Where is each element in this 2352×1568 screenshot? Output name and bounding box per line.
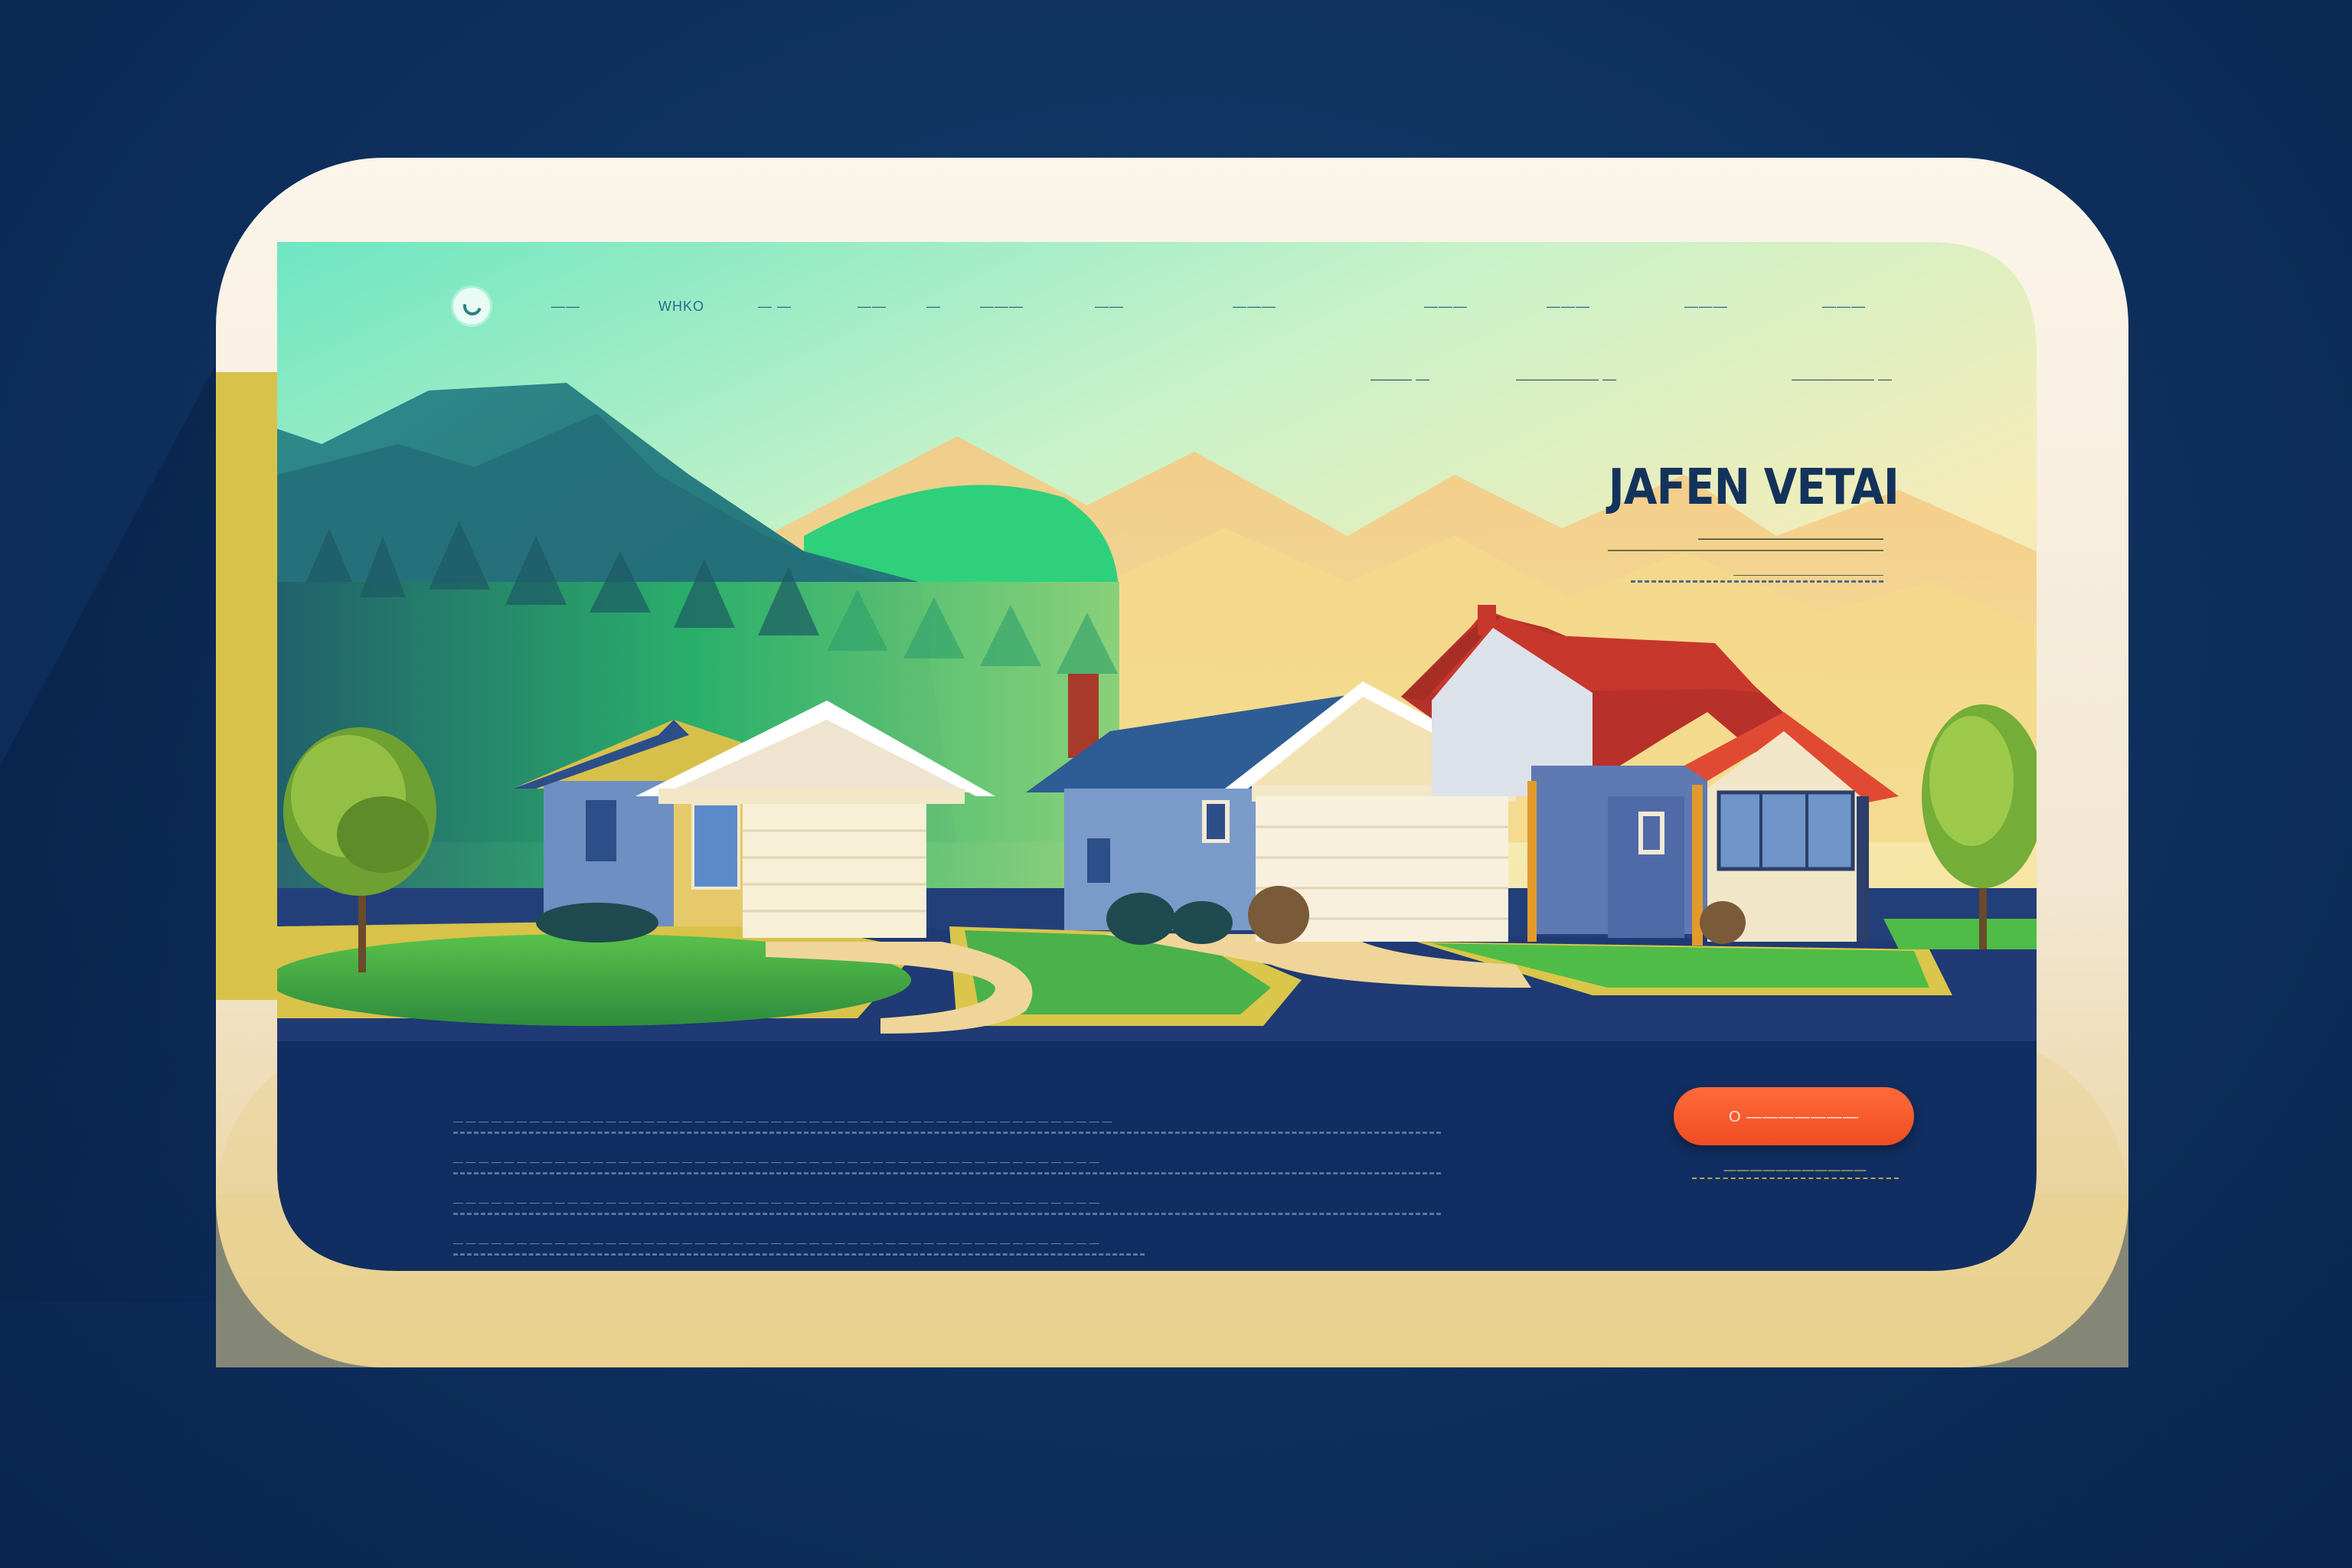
- body-text-line: — — — — — — — — — — — — — — — — — — — — …: [453, 1112, 1441, 1134]
- scene: [0, 158, 2128, 1367]
- nav-item-7[interactable]: ——: [1095, 294, 1124, 318]
- nav-item-5[interactable]: —: [926, 294, 941, 318]
- footer-text-block: — — — — — — — — — — — — — — — — — — — — …: [453, 1112, 1441, 1274]
- sub-link-3[interactable]: —————— —: [1792, 368, 1892, 390]
- sub-link-1[interactable]: ——— —: [1370, 368, 1429, 390]
- body-text-line: — — — — — — — — — — — — — — — — — — — — …: [453, 1233, 1145, 1256]
- nav-item-2[interactable]: ——: [551, 294, 580, 318]
- nav-item-12[interactable]: ———: [1822, 294, 1866, 318]
- nav-item-3[interactable]: — —: [758, 294, 792, 318]
- nav-item-9[interactable]: ———: [1424, 294, 1468, 318]
- nav-item-8[interactable]: ———: [1233, 294, 1276, 318]
- hero-caption: ——————————————: [1631, 568, 1883, 583]
- nav-item-4[interactable]: ——: [858, 294, 887, 318]
- nav-item-6[interactable]: ———: [980, 294, 1024, 318]
- nav-item-10[interactable]: ———: [1547, 294, 1590, 318]
- sub-link-2[interactable]: —————— —: [1516, 368, 1616, 390]
- top-nav: WHKO —— — — —— — ——— —— ——— ——— ——— ——— …: [429, 294, 1899, 318]
- nav-item-11[interactable]: ———: [1684, 294, 1728, 318]
- cta-caption: ———————————: [1692, 1164, 1899, 1179]
- nav-item-1[interactable]: WHKO: [658, 294, 704, 318]
- hero-title: JAFEN VETAI: [1608, 459, 1900, 516]
- body-text-line: — — — — — — — — — — — — — — — — — — — — …: [453, 1152, 1441, 1174]
- hero-subtitle: ———————————: [1608, 528, 1883, 551]
- body-text-line: — — — — — — — — — — — — — — — — — — — — …: [453, 1193, 1441, 1215]
- cta-button[interactable]: O ———————: [1674, 1087, 1914, 1145]
- sub-nav: ——— — —————— — —————— —: [1363, 368, 1899, 390]
